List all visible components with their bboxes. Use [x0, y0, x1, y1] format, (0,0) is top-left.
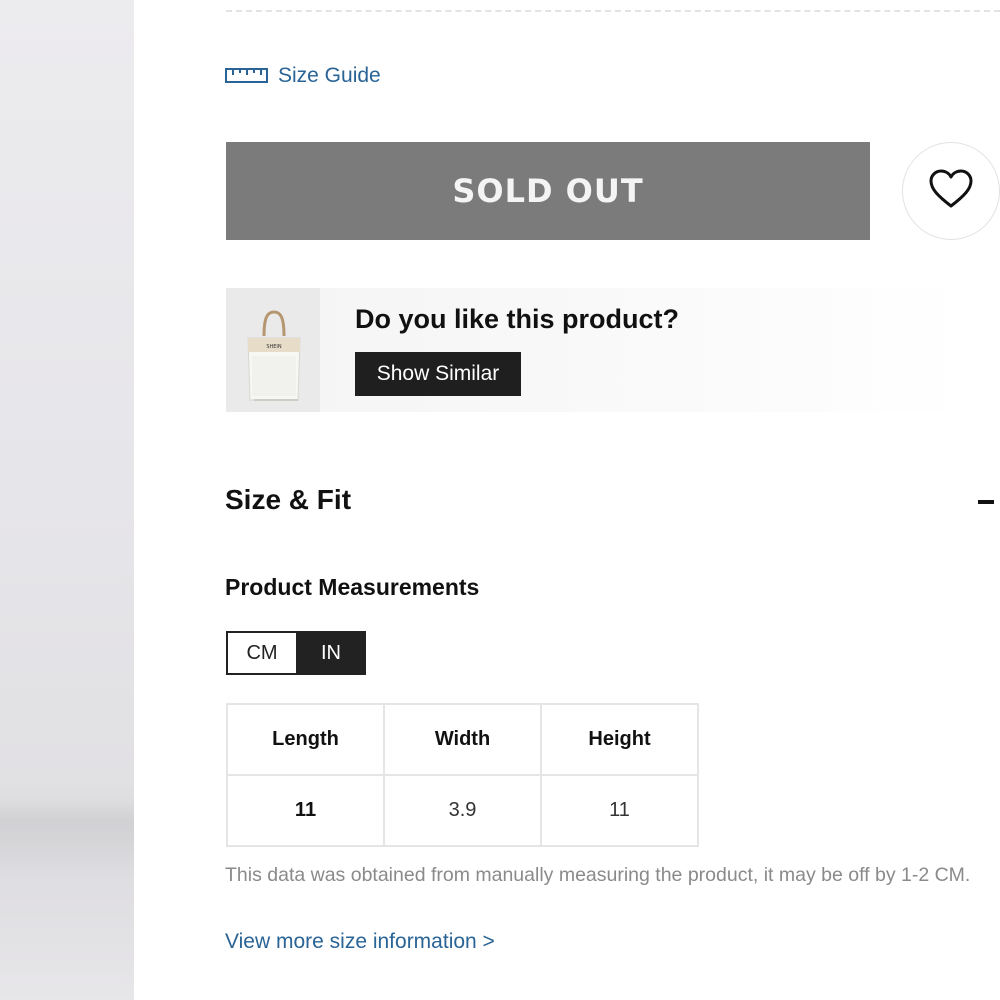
table-header-row: Length Width Height [226, 703, 699, 776]
ruler-icon [225, 67, 268, 85]
thumbnail-brand-text: SHEIN [266, 344, 282, 350]
header-width: Width [383, 703, 542, 776]
unit-option-in[interactable]: IN [296, 631, 366, 675]
product-image-shadow [0, 800, 134, 1000]
heart-icon [928, 168, 974, 215]
unit-option-cm[interactable]: CM [226, 631, 296, 675]
value-width: 3.9 [383, 774, 542, 847]
measurement-disclaimer: This data was obtained from manually mea… [225, 864, 971, 886]
value-height: 11 [540, 774, 699, 847]
measurements-heading: Product Measurements [225, 574, 480, 600]
unit-toggle: CM IN [226, 631, 366, 675]
size-guide-label: Size Guide [278, 64, 381, 87]
wishlist-button[interactable] [902, 142, 1000, 240]
similar-prompt: Do you like this product? [355, 304, 680, 334]
size-fit-heading[interactable]: Size & Fit [225, 484, 351, 516]
size-guide-link[interactable]: Size Guide [225, 64, 381, 88]
value-length: 11 [226, 774, 385, 847]
table-row: 11 3.9 11 [226, 774, 699, 847]
product-thumbnail[interactable]: SHEIN [226, 288, 320, 412]
header-length: Length [226, 703, 385, 776]
product-image-edge [0, 0, 134, 1000]
measurements-table: Length Width Height 11 3.9 11 [226, 703, 699, 847]
minus-icon[interactable] [978, 500, 994, 504]
sold-out-button[interactable]: SOLD OUT [226, 142, 870, 240]
similar-products-banner: SHEIN Do you like this product? Show Sim… [226, 288, 970, 412]
view-more-size-link[interactable]: View more size information > [225, 930, 495, 954]
divider [226, 10, 1000, 12]
show-similar-button[interactable]: Show Similar [355, 352, 521, 396]
header-height: Height [540, 703, 699, 776]
